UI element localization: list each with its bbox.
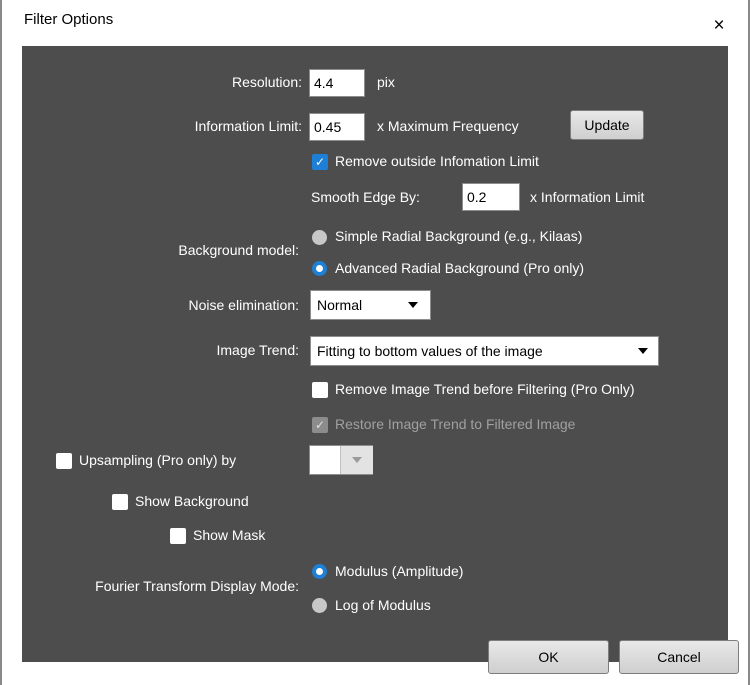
radio-button <box>312 598 327 613</box>
noise-elimination-label: Noise elimination: <box>188 297 300 313</box>
image-trend-label: Image Trend: <box>216 342 300 358</box>
cancel-button[interactable]: Cancel <box>619 640 739 674</box>
radio-button <box>312 261 327 276</box>
resolution-input[interactable]: 4.4 <box>309 69 365 97</box>
information-limit-label: Information Limit: <box>194 118 302 134</box>
upsampling-select[interactable] <box>309 445 373 475</box>
radio-label: Simple Radial Background (e.g., Kilaas) <box>335 228 583 244</box>
radio-label: Advanced Radial Background (Pro only) <box>335 260 585 276</box>
filter-options-dialog: Filter Options × Resolution: 4.4 pix Inf… <box>0 0 750 685</box>
upsampling-label: Upsampling (Pro only) by <box>79 452 237 468</box>
smooth-edge-label: Smooth Edge By: <box>311 189 420 205</box>
show-background-label: Show Background <box>135 493 249 509</box>
chevron-down-icon <box>352 457 362 463</box>
smooth-edge-unit: x Information Limit <box>530 189 645 205</box>
radio-label: Modulus (Amplitude) <box>335 563 464 579</box>
checkbox-box <box>112 494 128 510</box>
checkbox-box <box>56 453 72 469</box>
fourier-display-mode-label: Fourier Transform Display Mode: <box>95 578 299 594</box>
radio-label: Log of Modulus <box>335 597 431 613</box>
dialog-title: Filter Options <box>24 11 114 28</box>
check-icon: ✓ <box>312 417 328 433</box>
chevron-down-icon <box>408 302 418 308</box>
image-trend-select[interactable]: Fitting to bottom values of the image <box>310 336 659 366</box>
resolution-unit: pix <box>377 74 395 90</box>
restore-trend-label: Restore Image Trend to Filtered Image <box>335 416 576 432</box>
noise-elimination-select[interactable]: Normal <box>310 290 431 320</box>
remove-outside-label: Remove outside Infomation Limit <box>335 153 539 169</box>
show-mask-label: Show Mask <box>193 527 266 543</box>
dropdown-button <box>340 446 373 474</box>
ok-button[interactable]: OK <box>488 640 609 674</box>
noise-elimination-value: Normal <box>317 297 363 313</box>
background-model-label: Background model: <box>178 242 299 258</box>
checkbox-box <box>170 528 186 544</box>
update-button[interactable]: Update <box>570 110 644 140</box>
image-trend-value: Fitting to bottom values of the image <box>317 343 543 359</box>
chevron-down-icon <box>638 348 648 354</box>
resolution-label: Resolution: <box>231 74 302 90</box>
remove-trend-label: Remove Image Trend before Filtering (Pro… <box>335 381 635 397</box>
radio-button <box>312 564 327 579</box>
title-bar: Filter Options × <box>2 0 748 46</box>
close-icon[interactable]: × <box>704 14 734 38</box>
information-limit-input[interactable]: 0.45 <box>309 113 365 141</box>
smooth-edge-input[interactable]: 0.2 <box>462 183 520 211</box>
options-panel: Resolution: 4.4 pix Information Limit: 0… <box>22 46 739 674</box>
information-limit-unit: x Maximum Frequency <box>377 118 519 134</box>
check-icon: ✓ <box>312 154 328 170</box>
checkbox-box <box>312 382 328 398</box>
radio-button <box>312 230 327 245</box>
